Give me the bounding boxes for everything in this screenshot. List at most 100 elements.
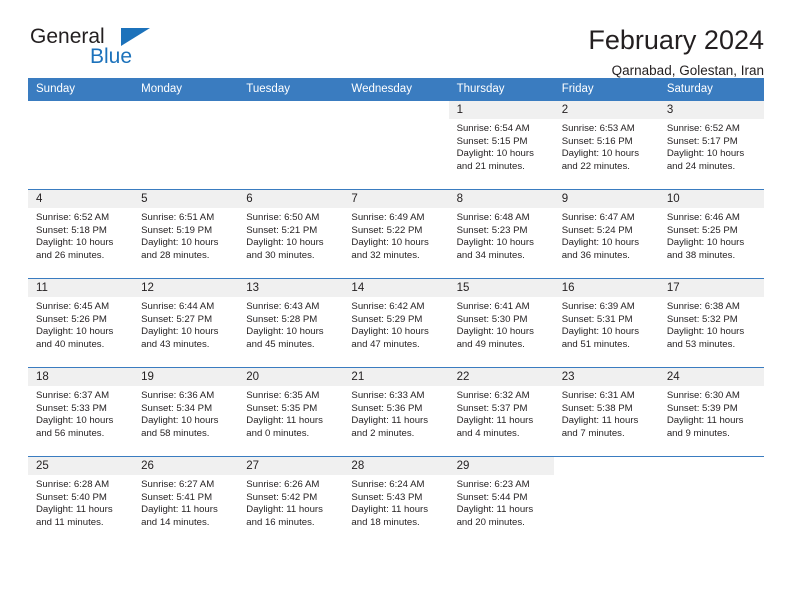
- calendar-day-cell[interactable]: 27 Sunrise: 6:26 AM Sunset: 5:42 PM Dayligh…: [238, 456, 344, 546]
- sunrise-text: Sunrise: 6:31 AM: [561, 390, 635, 401]
- calendar-day-cell[interactable]: 10 Sunrise: 6:46 AM Sunset: 5:25 PM Dayligh…: [658, 189, 764, 279]
- day-details: Sunrise: 6:45 AM Sunset: 5:26 PM Daylight:…: [28, 297, 133, 351]
- calendar-day-cell[interactable]: 13 Sunrise: 6:43 AM Sunset: 5:28 PM Dayligh…: [238, 278, 344, 368]
- daylight-text-line1: Daylight: 10 hours: [36, 415, 114, 427]
- calendar-day-cell[interactable]: 29 Sunrise: 6:23 AM Sunset: 5:44 PM Dayligh…: [448, 456, 554, 546]
- sunrise-text: Sunrise: 6:26 AM: [246, 479, 320, 490]
- day-number: 5: [133, 190, 239, 208]
- day-details: Sunrise: 6:38 AM Sunset: 5:32 PM Daylight:…: [659, 297, 764, 351]
- sunrise-text: Sunrise: 6:37 AM: [36, 390, 110, 401]
- day-number: 27: [238, 457, 344, 475]
- daylight-text-line1: Daylight: 11 hours: [246, 415, 323, 427]
- calendar-day-cell[interactable]: 17 Sunrise: 6:38 AM Sunset: 5:32 PM Dayligh…: [658, 278, 764, 368]
- day-number: 17: [658, 279, 764, 297]
- calendar-day-cell[interactable]: 21 Sunrise: 6:33 AM Sunset: 5:36 PM Dayligh…: [343, 367, 449, 457]
- day-details: Sunrise: 6:33 AM Sunset: 5:36 PM Daylight:…: [343, 386, 448, 440]
- daylight-text-line2: and 43 minutes.: [141, 338, 210, 350]
- calendar-day-cell[interactable]: 6 Sunrise: 6:50 AM Sunset: 5:21 PM Daylight…: [238, 189, 344, 279]
- sunset-text: Sunset: 5:22 PM: [351, 224, 423, 236]
- calendar-day-cell[interactable]: 23 Sunrise: 6:31 AM Sunset: 5:38 PM Dayligh…: [553, 367, 659, 457]
- calendar-empty-cell: [238, 100, 344, 190]
- daylight-text-line2: and 16 minutes.: [246, 516, 315, 528]
- day-details: Sunrise: 6:28 AM Sunset: 5:40 PM Daylight:…: [28, 475, 133, 529]
- calendar-day-cell[interactable]: 11 Sunrise: 6:45 AM Sunset: 5:26 PM Dayligh…: [28, 278, 134, 368]
- calendar-day-cell[interactable]: 1 Sunrise: 6:54 AM Sunset: 5:15 PM Daylight…: [448, 100, 554, 190]
- daylight-text-line2: and 11 minutes.: [36, 516, 104, 528]
- day-details: Sunrise: 6:50 AM Sunset: 5:21 PM Daylight:…: [238, 208, 343, 262]
- daylight-text-line2: and 47 minutes.: [351, 338, 420, 350]
- daylight-text-line1: Daylight: 11 hours: [561, 415, 639, 427]
- daylight-text-line1: Daylight: 11 hours: [351, 504, 429, 516]
- daylight-text-line1: Daylight: 10 hours: [141, 237, 219, 249]
- day-number: 10: [658, 190, 764, 208]
- sunset-text: Sunset: 5:36 PM: [351, 402, 423, 414]
- daylight-text-line2: and 9 minutes.: [666, 427, 730, 439]
- sunrise-text: Sunrise: 6:44 AM: [141, 301, 215, 312]
- day-details: Sunrise: 6:46 AM Sunset: 5:25 PM Daylight:…: [659, 208, 764, 262]
- daylight-text-line2: and 40 minutes.: [36, 338, 105, 350]
- calendar-day-cell[interactable]: 4 Sunrise: 6:52 AM Sunset: 5:18 PM Daylight…: [28, 189, 134, 279]
- sunrise-text: Sunrise: 6:41 AM: [456, 301, 530, 312]
- calendar-day-cell[interactable]: 8 Sunrise: 6:48 AM Sunset: 5:23 PM Daylight…: [448, 189, 554, 279]
- calendar-day-cell[interactable]: 25 Sunrise: 6:28 AM Sunset: 5:40 PM Dayligh…: [28, 456, 134, 546]
- sunrise-text: Sunrise: 6:27 AM: [141, 479, 215, 490]
- sunrise-text: Sunrise: 6:43 AM: [246, 301, 320, 312]
- day-details: Sunrise: 6:27 AM Sunset: 5:41 PM Daylight:…: [133, 475, 238, 529]
- sunrise-text: Sunrise: 6:33 AM: [351, 390, 425, 401]
- day-number: 7: [343, 190, 449, 208]
- calendar-day-cell[interactable]: 7 Sunrise: 6:49 AM Sunset: 5:22 PM Daylight…: [343, 189, 449, 279]
- sunset-text: Sunset: 5:23 PM: [456, 224, 528, 236]
- daylight-text-line1: Daylight: 10 hours: [351, 237, 429, 249]
- calendar-day-cell[interactable]: 9 Sunrise: 6:47 AM Sunset: 5:24 PM Daylight…: [553, 189, 659, 279]
- weekday-header-saturday: Saturday: [658, 78, 764, 101]
- sunset-text: Sunset: 5:43 PM: [351, 491, 423, 503]
- calendar-day-cell[interactable]: 2 Sunrise: 6:53 AM Sunset: 5:16 PM Daylight…: [553, 100, 659, 190]
- calendar-page: General Blue February 2024 Qarnabad, Gol…: [0, 0, 792, 612]
- calendar-day-cell[interactable]: 14 Sunrise: 6:42 AM Sunset: 5:29 PM Dayligh…: [343, 278, 449, 368]
- calendar-day-cell[interactable]: 24 Sunrise: 6:30 AM Sunset: 5:39 PM Dayligh…: [658, 367, 764, 457]
- calendar-day-cell[interactable]: 15 Sunrise: 6:41 AM Sunset: 5:30 PM Dayligh…: [448, 278, 554, 368]
- calendar-day-cell[interactable]: 20 Sunrise: 6:35 AM Sunset: 5:35 PM Dayligh…: [238, 367, 344, 457]
- day-number: 24: [658, 368, 764, 386]
- day-number: 6: [238, 190, 344, 208]
- calendar-day-cell[interactable]: 3 Sunrise: 6:52 AM Sunset: 5:17 PM Daylight…: [658, 100, 764, 190]
- logo-text-blue: Blue: [90, 45, 133, 68]
- weekday-header-friday: Friday: [553, 78, 659, 101]
- logo-text-general: General: [30, 25, 105, 48]
- calendar-empty-cell: [343, 100, 449, 190]
- day-number: 21: [343, 368, 449, 386]
- daylight-text-line2: and 7 minutes.: [561, 427, 625, 439]
- calendar-day-cell[interactable]: 28 Sunrise: 6:24 AM Sunset: 5:43 PM Dayligh…: [343, 456, 449, 546]
- daylight-text-line1: Daylight: 11 hours: [141, 504, 218, 516]
- sunrise-text: Sunrise: 6:42 AM: [351, 301, 425, 312]
- sunset-text: Sunset: 5:17 PM: [666, 135, 738, 147]
- calendar-day-cell[interactable]: 19 Sunrise: 6:36 AM Sunset: 5:34 PM Dayligh…: [133, 367, 239, 457]
- sunrise-text: Sunrise: 6:52 AM: [36, 212, 110, 223]
- daylight-text-line1: Daylight: 10 hours: [666, 326, 745, 338]
- day-number: 2: [553, 101, 659, 119]
- calendar-day-cell[interactable]: 18 Sunrise: 6:37 AM Sunset: 5:33 PM Dayligh…: [28, 367, 134, 457]
- day-details: Sunrise: 6:44 AM Sunset: 5:27 PM Daylight:…: [133, 297, 238, 351]
- day-details: Sunrise: 6:42 AM Sunset: 5:29 PM Daylight:…: [343, 297, 448, 351]
- calendar-day-cell[interactable]: 26 Sunrise: 6:27 AM Sunset: 5:41 PM Dayligh…: [133, 456, 239, 546]
- daylight-text-line1: Daylight: 10 hours: [561, 237, 640, 249]
- sunset-text: Sunset: 5:29 PM: [351, 313, 423, 325]
- day-number: 29: [448, 457, 554, 475]
- general-blue-logo[interactable]: General Blue: [28, 25, 150, 74]
- day-details: Sunrise: 6:51 AM Sunset: 5:19 PM Daylight:…: [133, 208, 238, 262]
- calendar-day-cell[interactable]: 5 Sunrise: 6:51 AM Sunset: 5:19 PM Daylight…: [133, 189, 239, 279]
- day-details: Sunrise: 6:31 AM Sunset: 5:38 PM Daylight:…: [554, 386, 659, 440]
- sunset-text: Sunset: 5:18 PM: [36, 224, 107, 236]
- sunrise-text: Sunrise: 6:49 AM: [351, 212, 425, 223]
- calendar-day-cell[interactable]: 16 Sunrise: 6:39 AM Sunset: 5:31 PM Dayligh…: [553, 278, 659, 368]
- sunrise-text: Sunrise: 6:36 AM: [141, 390, 215, 401]
- day-number: 1: [448, 101, 554, 119]
- daylight-text-line1: Daylight: 11 hours: [351, 415, 429, 427]
- calendar-day-cell[interactable]: 12 Sunrise: 6:44 AM Sunset: 5:27 PM Dayligh…: [133, 278, 239, 368]
- day-details: Sunrise: 6:35 AM Sunset: 5:35 PM Daylight:…: [238, 386, 343, 440]
- sunset-text: Sunset: 5:41 PM: [141, 491, 213, 503]
- calendar-day-cell[interactable]: 22 Sunrise: 6:32 AM Sunset: 5:37 PM Dayligh…: [448, 367, 554, 457]
- sunset-text: Sunset: 5:32 PM: [666, 313, 738, 325]
- daylight-text-line1: Daylight: 10 hours: [561, 148, 640, 160]
- page-header: General Blue February 2024 Qarnabad, Gol…: [28, 0, 764, 79]
